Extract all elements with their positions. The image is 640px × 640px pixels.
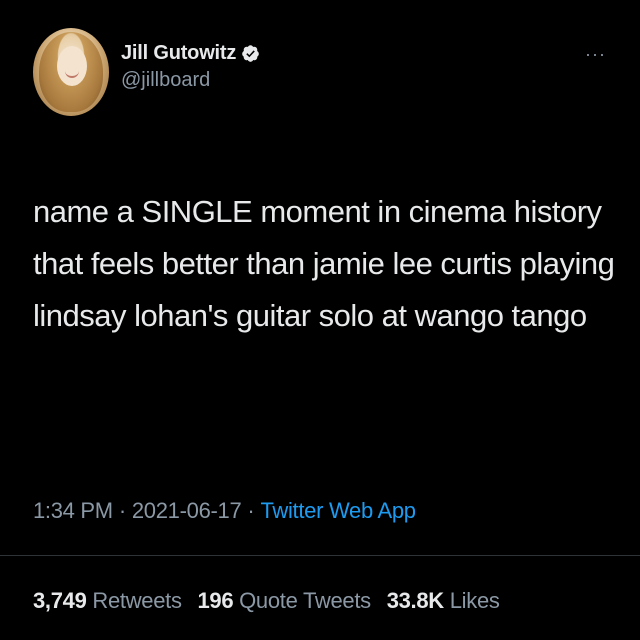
- retweets-label: Retweets: [92, 588, 182, 613]
- tweet-meta: 1:34 PM · 2021-06-17 · Twitter Web App: [33, 498, 416, 524]
- quote-tweets-label: Quote Tweets: [239, 588, 371, 613]
- tweet-time[interactable]: 1:34 PM: [33, 498, 113, 523]
- meta-separator: ·: [118, 498, 126, 523]
- avatar[interactable]: [33, 28, 109, 116]
- tweet-stats: 3,749 Retweets 196 Quote Tweets 33.8K Li…: [33, 588, 510, 614]
- tweet-card: Jill Gutowitz @jillboard ··· name a SING…: [0, 0, 640, 640]
- meta-separator: ·: [247, 498, 255, 523]
- author-handle[interactable]: @jillboard: [121, 69, 260, 92]
- divider: [0, 555, 640, 556]
- likes-count: 33.8K: [386, 588, 445, 613]
- tweet-text: name a SINGLE moment in cinema history t…: [33, 194, 615, 333]
- verified-badge-icon: [242, 45, 259, 62]
- retweets-stat[interactable]: 3,749 Retweets: [33, 588, 182, 613]
- retweets-count: 3,749: [33, 588, 87, 613]
- name-row: Jill Gutowitz: [121, 42, 260, 65]
- author-block: Jill Gutowitz @jillboard: [121, 42, 260, 92]
- tweet-date[interactable]: 2021-06-17: [132, 498, 242, 523]
- likes-label: Likes: [449, 588, 500, 613]
- tweet-source[interactable]: Twitter Web App: [260, 498, 416, 523]
- quote-tweets-count: 196: [197, 588, 234, 613]
- author-display-name[interactable]: Jill Gutowitz: [121, 42, 236, 65]
- quote-tweets-stat[interactable]: 196 Quote Tweets: [197, 588, 372, 613]
- more-options-icon[interactable]: ···: [585, 44, 606, 65]
- avatar-face: [57, 46, 87, 86]
- likes-stat[interactable]: 33.8K Likes: [387, 588, 500, 613]
- tweet-header: Jill Gutowitz @jillboard: [33, 28, 260, 116]
